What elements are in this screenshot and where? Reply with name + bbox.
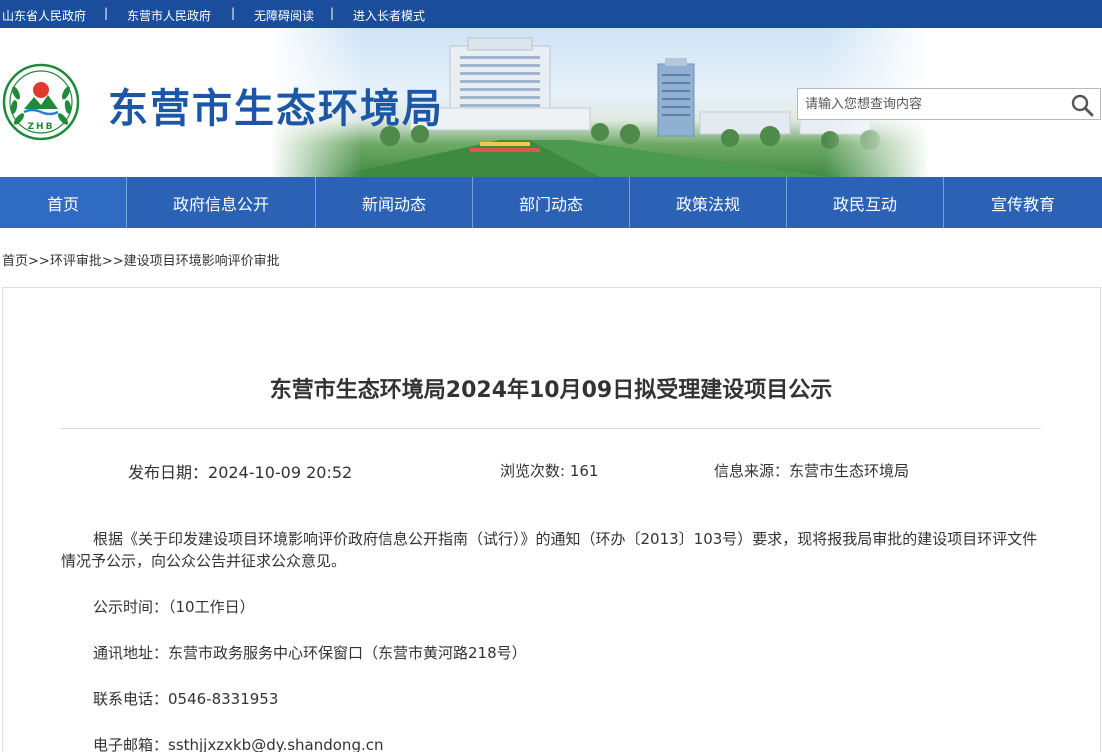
views-value: 161	[569, 462, 599, 480]
article-panel	[2, 287, 1101, 752]
separator: |	[104, 6, 109, 20]
article-intro: 根据《关于印发建设项目环境影响评价政府信息公开指南（试行）》的通知（环办〔201…	[61, 530, 1038, 570]
main-nav: 首页 政府信息公开 新闻动态 部门动态 政策法规 政民互动 宣传教育	[0, 177, 1102, 228]
search-icon	[1071, 94, 1094, 117]
contact-phone: 联系电话：0546-8331953	[93, 690, 279, 708]
separator: |	[231, 6, 236, 20]
publish-date: 发布日期：2024-10-09 20:52	[128, 459, 352, 483]
nav-home[interactable]: 首页	[0, 177, 127, 228]
breadcrumb-separator: >>	[101, 254, 124, 269]
site-header: ZHB 东营市生态环境局	[0, 28, 1102, 177]
search-box	[797, 88, 1101, 120]
breadcrumb: 首页>>环评审批>>建设项目环境影响评价审批	[2, 250, 280, 269]
article-title: 东营市生态环境局2024年10月09日拟受理建设项目公示	[269, 378, 833, 403]
views-label: 浏览次数:	[500, 462, 570, 480]
contact-address: 通讯地址：东营市政务服务中心环保窗口（东营市黄河路218号）	[93, 644, 527, 662]
nav-news[interactable]: 新闻动态	[316, 177, 473, 228]
separator: |	[330, 6, 335, 20]
notice-period: 公示时间：（10工作日）	[93, 598, 255, 616]
nav-gov-info[interactable]: 政府信息公开	[127, 177, 316, 228]
title-divider	[61, 428, 1041, 429]
source-value: 东营市生态环境局	[789, 462, 910, 480]
breadcrumb-eia[interactable]: 环评审批	[50, 254, 102, 269]
publish-label: 发布日期：	[128, 463, 209, 482]
link-dongying-gov[interactable]: 东营市人民政府	[127, 7, 211, 24]
link-elder-mode[interactable]: 进入长者模式	[353, 7, 425, 24]
top-links-bar: 山东省人民政府 | 东营市人民政府 | 无障碍阅读 | 进入长者模式	[0, 0, 1102, 28]
bureau-logo[interactable]: ZHB	[2, 63, 80, 141]
view-count: 浏览次数: 161	[500, 460, 598, 481]
breadcrumb-separator: >>	[28, 254, 50, 269]
nav-interaction[interactable]: 政民互动	[787, 177, 944, 228]
link-accessible-reading[interactable]: 无障碍阅读	[254, 7, 314, 24]
nav-policy[interactable]: 政策法规	[630, 177, 787, 228]
info-source: 信息来源：东营市生态环境局	[714, 460, 909, 481]
contact-email: 电子邮箱：ssthjjxzxkb@dy.shandong.cn	[93, 736, 384, 752]
site-title: 东营市生态环境局	[108, 86, 444, 132]
nav-department[interactable]: 部门动态	[473, 177, 630, 228]
source-label: 信息来源：	[714, 462, 790, 480]
search-input[interactable]	[798, 89, 1060, 119]
logo-text: ZHB	[28, 122, 55, 132]
link-shandong-gov[interactable]: 山东省人民政府	[2, 7, 86, 24]
nav-education[interactable]: 宣传教育	[944, 177, 1102, 228]
search-button[interactable]	[1070, 93, 1094, 117]
breadcrumb-current[interactable]: 建设项目环境影响评价审批	[124, 254, 280, 269]
breadcrumb-home[interactable]: 首页	[2, 254, 28, 269]
publish-value: 2024-10-09 20:52	[208, 463, 353, 482]
